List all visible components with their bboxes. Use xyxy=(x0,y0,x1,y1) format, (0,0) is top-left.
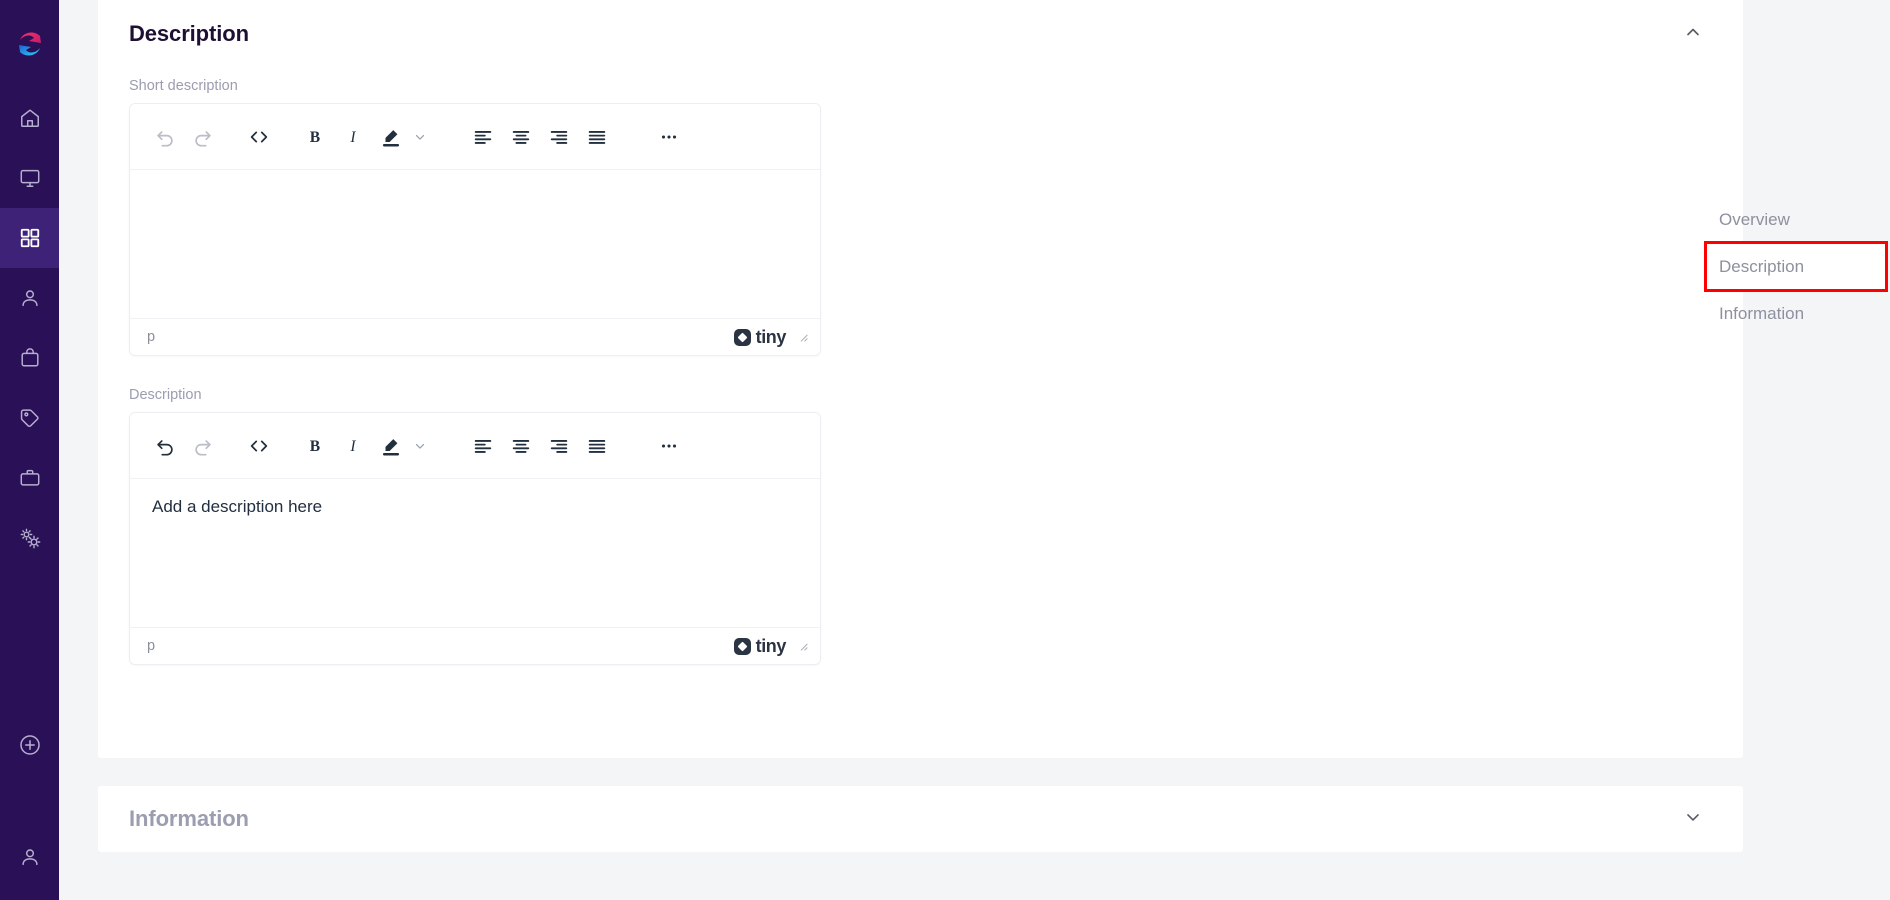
sidebar-item-pricing[interactable] xyxy=(0,388,59,448)
more-icon[interactable] xyxy=(650,427,688,465)
description-label: Description xyxy=(129,387,202,403)
information-section: Information xyxy=(98,786,1743,852)
right-nav-information[interactable]: Information xyxy=(1706,290,1886,337)
section-navigation: Overview Description Information xyxy=(1704,196,1888,337)
undo-icon[interactable] xyxy=(146,427,184,465)
undo-icon[interactable] xyxy=(146,118,184,156)
user-icon xyxy=(21,290,38,307)
sidebar-item-business[interactable] xyxy=(0,448,59,508)
editor-content-area[interactable] xyxy=(130,170,820,318)
right-nav-information-label: Information xyxy=(1719,303,1805,323)
bold-icon[interactable]: B xyxy=(296,118,334,156)
redo-icon[interactable] xyxy=(184,427,222,465)
sidebar-item-customers[interactable] xyxy=(0,268,59,328)
italic-icon[interactable]: I xyxy=(334,118,372,156)
description-section-header[interactable]: Description xyxy=(98,0,1743,74)
sidebar-item-orders[interactable] xyxy=(0,328,59,388)
editor-content-area[interactable]: Add a description here xyxy=(130,479,820,627)
element-path[interactable]: p xyxy=(147,329,155,345)
tinymce-brand-link[interactable]: tiny xyxy=(733,327,787,347)
tinymce-brand-label: tiny xyxy=(755,327,787,347)
right-nav-description[interactable]: Description xyxy=(1704,241,1888,292)
chevron-down-icon[interactable] xyxy=(1683,807,1703,832)
briefcase-icon xyxy=(20,469,39,486)
tinymce-brand-label: tiny xyxy=(755,636,787,656)
chevron-up-icon[interactable] xyxy=(1683,22,1703,47)
description-section-body: Short description B I p tiny Description… xyxy=(98,78,1743,665)
sidebar-item-catalog[interactable] xyxy=(0,208,59,268)
page-title: Description xyxy=(129,21,249,46)
tag-icon xyxy=(20,409,39,428)
account-icon xyxy=(21,849,38,866)
sidebar-add-button[interactable] xyxy=(0,710,59,780)
align-left-icon[interactable] xyxy=(464,118,502,156)
editor-text: Add a description here xyxy=(152,497,323,516)
align-right-icon[interactable] xyxy=(540,427,578,465)
plus-circle-icon xyxy=(19,735,40,755)
right-nav-overview[interactable]: Overview xyxy=(1706,196,1886,243)
resize-handle-icon[interactable] xyxy=(796,330,810,344)
grid-icon xyxy=(20,228,39,248)
information-section-header[interactable]: Information xyxy=(98,786,1743,852)
description-editor[interactable]: B I Add a description here p tiny xyxy=(129,412,821,665)
short-description-editor[interactable]: B I p tiny xyxy=(129,103,821,356)
svg-text:I: I xyxy=(349,438,356,455)
tinymce-logo-icon xyxy=(733,637,751,655)
align-left-icon[interactable] xyxy=(464,427,502,465)
short-description-field: Short description B I p tiny xyxy=(129,78,1712,356)
bold-icon[interactable]: B xyxy=(296,427,334,465)
monitor-icon xyxy=(20,169,39,187)
align-justify-icon[interactable] xyxy=(578,118,616,156)
tinymce-logo-icon xyxy=(733,328,751,346)
highlight-color-icon[interactable] xyxy=(372,427,410,465)
information-section-title: Information xyxy=(129,806,249,831)
svg-text:I: I xyxy=(349,129,356,146)
source-code-icon[interactable] xyxy=(240,118,278,156)
right-nav-description-label: Description xyxy=(1719,256,1805,276)
right-nav-overview-label: Overview xyxy=(1719,209,1790,229)
svg-text:B: B xyxy=(310,129,320,146)
highlight-color-icon[interactable] xyxy=(372,118,410,156)
italic-icon[interactable]: I xyxy=(334,427,372,465)
sidebar-item-monitor[interactable] xyxy=(0,148,59,208)
element-path[interactable]: p xyxy=(147,638,155,654)
app-logo[interactable] xyxy=(0,0,59,88)
italic-glyph: I xyxy=(349,129,356,146)
cogs-icon xyxy=(20,528,40,549)
more-icon[interactable] xyxy=(650,118,688,156)
resize-handle-icon[interactable] xyxy=(796,639,810,653)
sidebar-item-home[interactable] xyxy=(0,88,59,148)
editor-toolbar: B I xyxy=(130,104,820,170)
align-justify-icon[interactable] xyxy=(578,427,616,465)
sidebar-item-settings[interactable] xyxy=(0,508,59,568)
page-content: Description Short description B I p tiny… xyxy=(59,0,1890,900)
editor-status-bar: p tiny xyxy=(130,627,820,664)
source-code-icon[interactable] xyxy=(240,427,278,465)
short-description-label: Short description xyxy=(129,78,238,94)
description-section: Description Short description B I p tiny… xyxy=(98,0,1743,758)
chevron-down-icon[interactable] xyxy=(410,118,430,156)
sidebar-account-button[interactable] xyxy=(0,814,59,900)
bag-icon xyxy=(20,348,39,367)
description-field: Description B I Add a description here p… xyxy=(129,387,1712,665)
align-center-icon[interactable] xyxy=(502,118,540,156)
redo-icon[interactable] xyxy=(184,118,222,156)
editor-toolbar: B I xyxy=(130,413,820,479)
align-center-icon[interactable] xyxy=(502,427,540,465)
svg-text:B: B xyxy=(310,438,320,455)
chevron-down-icon[interactable] xyxy=(410,427,430,465)
align-right-icon[interactable] xyxy=(540,118,578,156)
bold-glyph: B xyxy=(310,129,320,146)
main-sidebar xyxy=(0,0,59,900)
home-icon xyxy=(20,109,39,127)
editor-status-bar: p tiny xyxy=(130,318,820,355)
tinymce-brand-link[interactable]: tiny xyxy=(733,636,787,656)
